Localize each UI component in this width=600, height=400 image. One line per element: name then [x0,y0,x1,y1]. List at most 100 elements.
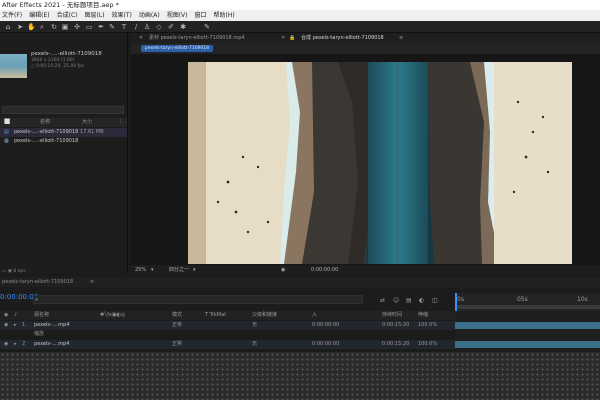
timeline-comp-tab[interactable]: pexels-taryn-elliott-7109018 [2,277,73,287]
camera-tool-icon[interactable]: ▣ [61,23,69,31]
column-size[interactable]: 大小 [82,118,92,127]
puppet-pin-icon[interactable]: ✱ [179,23,187,31]
project-search-input[interactable] [2,106,124,114]
tab-composition[interactable]: 合成 pexels-taryn-elliott-7109018 [301,33,384,43]
switches-icon: ✱╲fx▣◐◎ [100,312,126,318]
column-in[interactable]: 入 [312,311,317,320]
roto-brush-icon[interactable]: ✐ [167,23,175,31]
layer-name[interactable]: pexels-....mp4 [34,321,69,330]
home-icon[interactable]: ⌂ [4,23,12,31]
pan-behind-tool-icon[interactable]: ✣ [73,23,81,31]
layer-duration[interactable]: 0:00:15:20 [382,340,409,349]
viewer-subtab-bar: pexels-taryn-elliott-7109018 [131,43,600,54]
resolution-select[interactable]: 四分之一 [169,265,189,275]
camera-snapshot-icon[interactable]: ◉ [281,265,285,275]
column-duration[interactable]: 持续时间 [382,311,402,320]
motion-blur-icon[interactable]: ◐ [419,297,424,304]
viewer-control-bar: 25% ▾ 四分之一 ▾ ◉ 0:00:00:00 [131,265,600,275]
time-ruler[interactable]: 0s 05s 10s [455,293,600,311]
layer-number: 2 [22,341,26,347]
composition-viewer[interactable] [131,54,600,265]
menu-effect[interactable]: 效果(T) [112,12,132,19]
menu-icon[interactable]: ≡ [90,277,94,287]
expand-arrow-icon[interactable]: ▸ [14,340,17,349]
timeline-search-input[interactable] [33,295,363,304]
eraser-tool-icon[interactable]: ◇ [155,23,163,31]
brush-paint-icon[interactable]: ∕ [132,23,140,31]
eye-icon[interactable]: ◉ [4,321,8,330]
layer-track-bar[interactable] [455,341,600,348]
menu-layer[interactable]: 图层(L) [85,12,105,19]
selection-tool-icon[interactable]: ➤ [16,23,24,31]
layer-stretch[interactable]: 100.0% [418,321,437,330]
column-source-name[interactable]: 源名称 [34,311,49,320]
eye-icon[interactable]: ◉ [4,340,8,349]
layer-name[interactable]: pexels-....mp4 [34,340,69,349]
column-name[interactable]: 名称 [40,118,50,127]
rotate-tool-icon[interactable]: ↻ [50,23,58,31]
audio-column-icon: ♪ [14,312,18,318]
chevron-down-icon[interactable]: ▾ [193,265,196,275]
transparency-grid [0,352,600,400]
work-area-bar[interactable] [455,305,600,309]
menu-icon[interactable]: ≡ [399,33,403,43]
menu-animation[interactable]: 动画(A) [139,12,160,19]
layer-in[interactable]: 0:00:00:00 [312,321,339,330]
text-tool-icon[interactable]: T [120,23,128,31]
interpret-footage-icon[interactable]: ▭ [2,269,6,274]
menu-edit[interactable]: 编辑(E) [29,12,49,19]
project-item-name: pexels-....-elliott-7109018 [31,51,102,57]
column-options-icon[interactable]: ⋮ [118,118,123,127]
playhead[interactable] [455,293,457,311]
layer-mode[interactable]: 正常 [172,321,182,330]
layer-track-bar[interactable] [455,322,600,329]
close-icon[interactable]: ✕ [281,33,285,43]
menu-file[interactable]: 文件(F) [2,12,22,19]
project-list-item[interactable]: ▤ pexels-....-elliott-7109018 17.61 MB [0,128,127,137]
viewer-tabs: ✕ 素材 pexels-taryn-elliott-7109018.mp4 ✕ … [131,33,600,43]
layer-duration[interactable]: 0:00:15:20 [382,321,409,330]
table-row[interactable]: 缩放 [0,330,455,339]
column-trkmat[interactable]: T TrkMat [205,311,226,320]
column-stretch[interactable]: 伸缩 [418,311,428,320]
layer-mode[interactable]: 正常 [172,340,182,349]
composition-subtab[interactable]: pexels-taryn-elliott-7109018 [141,45,214,52]
menu-view[interactable]: 视图(V) [167,12,188,19]
pen-tool-icon[interactable]: ✒ [97,23,105,31]
brush-tool-icon[interactable]: ✎ [108,23,116,31]
chevron-down-icon[interactable]: ▾ [151,265,154,275]
layer-in[interactable]: 0:00:00:00 [312,340,339,349]
table-row[interactable]: ◉ ▸ 2 pexels-....mp4 正常 无 0:00:00:00 0:0… [0,340,455,349]
column-parent[interactable]: 父级和链接 [252,311,277,320]
new-folder-icon[interactable]: ▣ [8,269,12,274]
menu-help[interactable]: 帮助(H) [214,12,235,19]
layer-parent[interactable]: 无 [252,321,257,330]
clone-stamp-icon[interactable]: ♙ [143,23,151,31]
shy-icon[interactable]: ☺ [393,297,399,304]
table-row[interactable]: ◉ ▸ 1 pexels-....mp4 正常 无 0:00:00:00 0:0… [0,321,455,330]
close-icon[interactable]: ✕ [139,33,143,43]
rectangle-tool-icon[interactable]: ▭ [85,23,93,31]
project-item-label: pexels-....-elliott-7109018 [14,138,79,144]
menu-window[interactable]: 窗口 [194,12,206,19]
magnification-select[interactable]: 25% [135,265,146,275]
aerial-beach-image [188,62,572,264]
tab-footage[interactable]: 素材 pexels-taryn-elliott-7109018.mp4 [149,33,245,43]
expand-arrow-icon[interactable]: ▸ [14,321,17,330]
timeline-track-area[interactable] [455,311,600,351]
bit-depth-label[interactable]: 8 bpc [13,269,25,274]
menu-composition[interactable]: 合成(C) [57,12,78,19]
viewer-timecode[interactable]: 0:00:00:00 [311,265,338,275]
layer-stretch[interactable]: 100.0% [418,340,437,349]
comp-flowchart-icon[interactable]: ⇄ [380,297,385,304]
frame-blend-icon[interactable]: ▤ [406,297,412,304]
lock-icon[interactable]: 🔒 [289,33,295,43]
zoom-tool-icon[interactable]: ⌕ [38,23,46,31]
column-mode[interactable]: 模式 [172,311,182,320]
snapping-icon[interactable]: ✎ [203,23,211,31]
project-list-item[interactable]: ▦ pexels-....-elliott-7109018 [0,137,127,146]
graph-editor-icon[interactable]: ◫ [432,297,438,304]
project-panel: pexels-....-elliott-7109018 3840 x 2160 … [0,33,128,273]
hand-tool-icon[interactable]: ✋ [27,23,36,31]
layer-parent[interactable]: 无 [252,340,257,349]
